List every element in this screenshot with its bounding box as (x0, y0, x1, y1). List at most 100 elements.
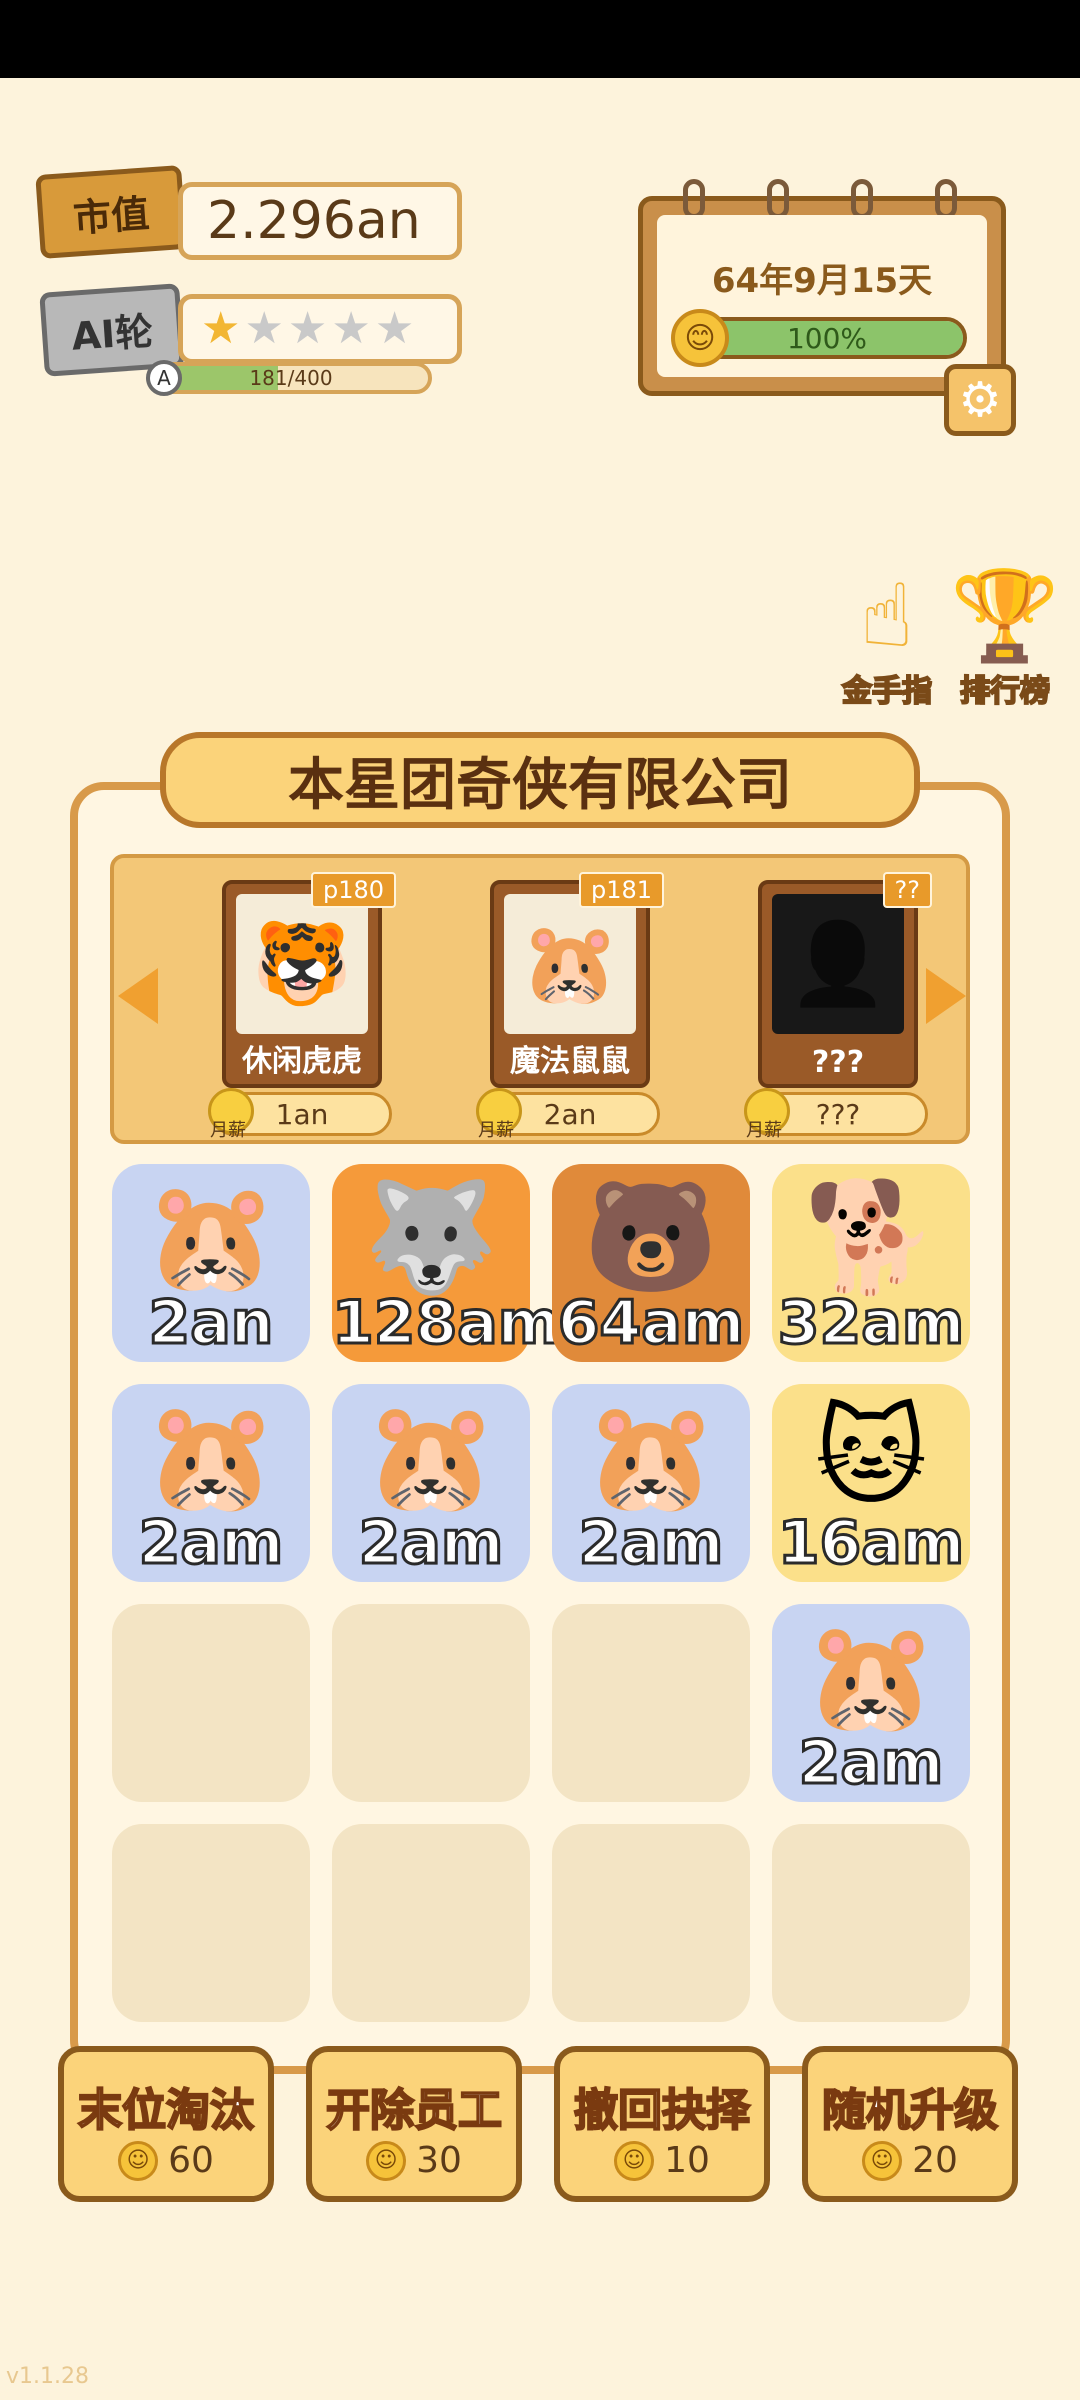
employee-grid-cell[interactable]: 🐹 2am (112, 1384, 310, 1582)
tiger-icon: 🐯 (236, 894, 368, 1034)
eliminate-last-button[interactable]: 末位淘汰 ☺ 60 (58, 2046, 274, 2202)
action-cost-value: 10 (664, 2140, 710, 2181)
hamster-icon: 🐹 (803, 1615, 939, 1740)
settings-button[interactable]: ⚙ (944, 364, 1016, 436)
employee-value: 2am (797, 1727, 945, 1800)
gear-icon: ⚙ (958, 372, 1002, 428)
calendar-date: 64年9月15天 (711, 261, 933, 301)
undo-choice-button[interactable]: 撤回抉择 ☺ 10 (554, 2046, 770, 2202)
status-bar (0, 0, 1080, 78)
hamster-icon: 🐹 (143, 1395, 279, 1520)
smile-icon: 😊 (671, 309, 729, 367)
version-label: v1.1.28 (6, 2364, 89, 2389)
empty-grid-cell[interactable] (332, 1824, 530, 2022)
calendar-ring-icon (851, 179, 873, 219)
golden-finger-button[interactable]: ☝ 金手指 (832, 564, 942, 711)
employee-value: 2am (577, 1507, 725, 1580)
action-cost: ☺ 60 (64, 2140, 268, 2181)
star-icon: ★ (244, 303, 284, 354)
company-title: 本星团奇侠有限公司 (160, 732, 920, 828)
dog-icon: 🐕 (803, 1175, 939, 1300)
employee-grid-cell[interactable]: 🐻 64am (552, 1164, 750, 1362)
smile-icon: ☺ (366, 2140, 407, 2181)
prev-arrow-button[interactable] (118, 968, 158, 1024)
character-level-tag: p180 (310, 872, 396, 908)
employee-value: 32am (776, 1287, 966, 1360)
hamster-icon: 🐹 (583, 1395, 719, 1520)
employee-grid-cell[interactable]: 🐹 2am (332, 1384, 530, 1582)
character-name: 魔法鼠鼠 (510, 1044, 630, 1079)
character-name: 休闲虎虎 (242, 1044, 362, 1079)
smile-icon: ☺ (614, 2140, 655, 2181)
star-rating: ★ ★ ★ ★ ★ (178, 294, 462, 364)
action-cost-value: 20 (912, 2140, 958, 2181)
salary-label: 月薪 (746, 1120, 782, 1141)
employee-value: 128am (331, 1287, 562, 1360)
calendar-ring-icon (767, 179, 789, 219)
salary-label: 月薪 (210, 1120, 246, 1141)
character-card[interactable]: 🐯 休闲虎虎 p180 (222, 872, 396, 1088)
leaderboard-label: 排行榜 (959, 673, 1051, 710)
bear-icon: 🐻 (583, 1175, 719, 1300)
mood-progress-text: 100% (786, 321, 868, 355)
pointing-hand-icon: ☝ (860, 564, 914, 667)
action-cost: ☺ 30 (312, 2140, 516, 2181)
golden-finger-label: 金手指 (841, 673, 933, 710)
market-value: 2.296an (207, 191, 421, 251)
silhouette-icon: 👤 (772, 894, 904, 1034)
star-icon: ★ (374, 303, 415, 354)
empty-grid-cell[interactable] (332, 1604, 530, 1802)
employee-value: 16am (776, 1507, 966, 1580)
action-label: 开除员工 (325, 2084, 503, 2137)
employee-grid-cell[interactable]: 🐱 16am (772, 1384, 970, 1582)
action-label: 撤回抉择 (573, 2084, 751, 2137)
mood-progress-bar: 100% (687, 317, 967, 359)
xp-rank-badge: A (146, 360, 182, 396)
hamster-icon: 🐹 (363, 1395, 499, 1520)
employee-grid-cell[interactable]: 🐕 32am (772, 1164, 970, 1362)
hamster-icon: 🐹 (143, 1175, 279, 1300)
salary-label: 月薪 (478, 1120, 514, 1141)
market-value-label: 市值 (71, 190, 151, 241)
action-cost: ☺ 10 (560, 2140, 764, 2181)
employee-value: 2am (137, 1507, 285, 1580)
fire-employee-button[interactable]: 开除员工 ☺ 30 (306, 2046, 522, 2202)
calendar-page: 64年9月15天 100% 😊 (657, 215, 987, 377)
trophy-icon: 🏆 (950, 564, 1060, 667)
employee-grid-cell[interactable]: 🐹 2an (112, 1164, 310, 1362)
employee-grid-cell[interactable]: 🐹 2am (772, 1604, 970, 1802)
market-value-tag: 市值 (35, 165, 187, 259)
empty-grid-cell[interactable] (552, 1604, 750, 1802)
employee-value: 2an (147, 1287, 275, 1360)
market-value-box[interactable]: 2.296an (178, 182, 462, 260)
calendar-ring-icon (935, 179, 957, 219)
empty-grid-cell[interactable] (772, 1824, 970, 2022)
cat-icon: 🐱 (814, 1395, 928, 1520)
hamster-icon: 🐹 (504, 894, 636, 1034)
ai-round-label: AI轮 (70, 308, 155, 359)
action-label: 末位淘汰 (77, 2084, 255, 2137)
action-cost: ☺ 20 (808, 2140, 1012, 2181)
action-label: 随机升级 (821, 2084, 999, 2137)
action-cost-value: 60 (168, 2140, 214, 2181)
calendar-ring-icon (683, 179, 705, 219)
star-icon: ★ (287, 303, 328, 354)
next-arrow-button[interactable] (926, 968, 966, 1024)
employee-grid-cell[interactable]: 🐺 128am (331, 1164, 562, 1362)
smile-icon: ☺ (118, 2140, 159, 2181)
empty-grid-cell[interactable] (552, 1824, 750, 2022)
empty-grid-cell[interactable] (112, 1604, 310, 1802)
character-name: ??? (811, 1045, 865, 1080)
xp-progress-bar: 181/400 (150, 362, 432, 394)
random-upgrade-button[interactable]: 随机升级 ☺ 20 (802, 2046, 1018, 2202)
employee-grid-cell[interactable]: 🐹 2am (552, 1384, 750, 1582)
xp-progress-text: 181/400 (249, 366, 333, 390)
empty-grid-cell[interactable] (112, 1824, 310, 2022)
wolf-icon: 🐺 (363, 1175, 499, 1300)
character-card[interactable]: 🐹 魔法鼠鼠 p181 (490, 872, 664, 1088)
employee-value: 2am (357, 1507, 505, 1580)
leaderboard-button[interactable]: 🏆 排行榜 (950, 564, 1060, 711)
star-icon: ★ (201, 303, 241, 354)
character-card[interactable]: 👤 ??? ?? (758, 872, 932, 1088)
character-level-tag: p181 (578, 872, 664, 908)
